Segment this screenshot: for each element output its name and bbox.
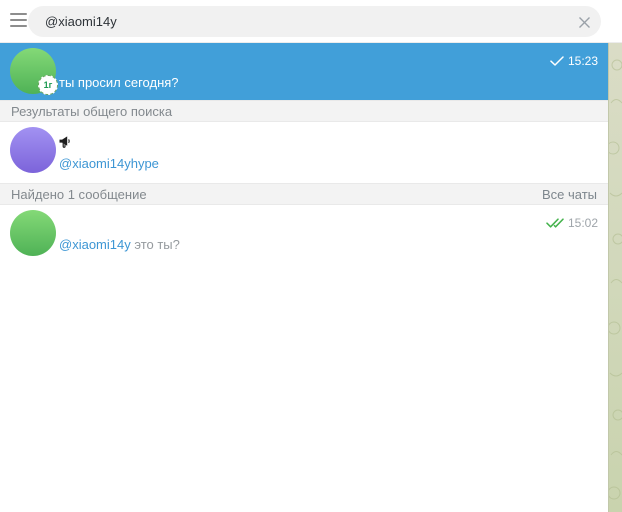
section-header-global-search: Результаты общего поиска bbox=[0, 100, 608, 122]
megaphone-icon bbox=[59, 136, 70, 148]
message-result-row[interactable]: 15:02 @xiaomi14y это ты? bbox=[0, 205, 608, 262]
chat-background-strip bbox=[608, 43, 622, 512]
single-check-icon bbox=[550, 56, 564, 66]
chat-avatar bbox=[10, 210, 56, 256]
message-time: 15:02 bbox=[567, 216, 598, 230]
search-match-highlight: @xiaomi14y bbox=[59, 237, 131, 252]
section-label: Результаты общего поиска bbox=[11, 103, 173, 119]
chat-result-row-selected[interactable]: 1г 15:23 ты просил сегодня? bbox=[0, 43, 608, 100]
message-time: 15:23 bbox=[567, 54, 598, 68]
chat-avatar: 1г bbox=[10, 48, 58, 95]
all-chats-link[interactable]: Все чаты bbox=[542, 187, 597, 202]
hamburger-menu-icon[interactable] bbox=[10, 13, 27, 27]
channel-username: @xiaomi14yhype bbox=[59, 156, 159, 171]
message-preview: это ты? bbox=[130, 237, 180, 252]
found-count-label: Найдено 1 сообщение bbox=[11, 186, 147, 202]
search-input[interactable]: @xiaomi14y bbox=[28, 6, 601, 37]
section-header-found-messages: Найдено 1 сообщение Все чаты bbox=[0, 183, 608, 205]
double-check-icon bbox=[546, 218, 564, 228]
top-bar: @xiaomi14y bbox=[0, 0, 622, 43]
search-results-panel: 1г 15:23 ты просил сегодня? Результаты о… bbox=[0, 43, 608, 512]
close-icon[interactable] bbox=[576, 14, 592, 30]
channel-avatar bbox=[10, 127, 56, 173]
auto-delete-timer-badge: 1г bbox=[38, 75, 58, 95]
search-input-value[interactable]: @xiaomi14y bbox=[45, 14, 601, 29]
doodle-pattern bbox=[609, 59, 622, 500]
global-result-row[interactable]: @xiaomi14yhype bbox=[0, 122, 608, 183]
message-preview: ты просил сегодня? bbox=[59, 75, 179, 90]
